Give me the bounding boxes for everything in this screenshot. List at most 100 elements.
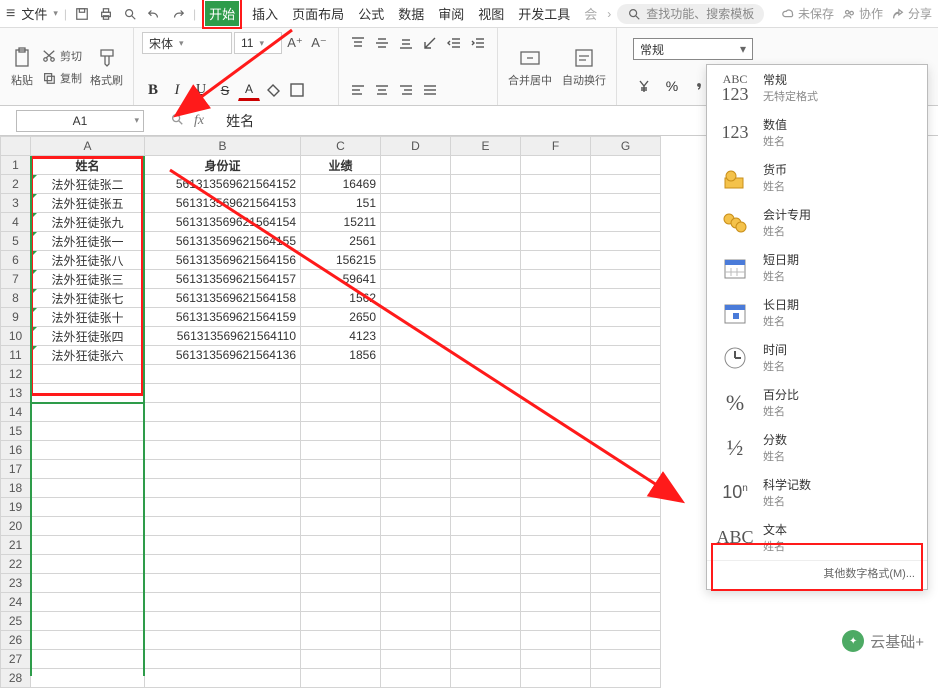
tab-data[interactable]: 数据 bbox=[394, 1, 428, 26]
cell[interactable] bbox=[31, 669, 145, 688]
italic-button[interactable]: I bbox=[166, 79, 188, 101]
cell[interactable] bbox=[145, 422, 301, 441]
cell[interactable]: 法外狂徒张三 bbox=[31, 270, 145, 289]
cell[interactable]: 法外狂徒张六 bbox=[31, 346, 145, 365]
cell[interactable] bbox=[591, 498, 661, 517]
align-right-button[interactable] bbox=[395, 79, 417, 101]
cell[interactable] bbox=[145, 460, 301, 479]
cell[interactable] bbox=[381, 460, 451, 479]
cell[interactable] bbox=[591, 593, 661, 612]
preview-icon[interactable] bbox=[121, 5, 139, 23]
cell[interactable] bbox=[591, 365, 661, 384]
cell[interactable] bbox=[521, 270, 591, 289]
cell[interactable] bbox=[381, 156, 451, 175]
cell[interactable] bbox=[381, 270, 451, 289]
cell[interactable] bbox=[381, 327, 451, 346]
font-size-select[interactable]: 11▾ bbox=[234, 32, 282, 54]
cell[interactable] bbox=[301, 403, 381, 422]
number-format-select[interactable]: 常规 ▾ bbox=[633, 38, 753, 60]
cell[interactable] bbox=[145, 498, 301, 517]
undo-icon[interactable] bbox=[145, 5, 163, 23]
cell[interactable] bbox=[381, 251, 451, 270]
cell[interactable] bbox=[591, 669, 661, 688]
cell[interactable]: 561313569621564159 bbox=[145, 308, 301, 327]
decrease-font-icon[interactable]: A⁻ bbox=[308, 32, 330, 54]
cell[interactable] bbox=[381, 194, 451, 213]
cell[interactable] bbox=[451, 232, 521, 251]
fmt-item-text[interactable]: ABC 文本姓名 bbox=[707, 515, 927, 560]
cell[interactable]: 561313569621564155 bbox=[145, 232, 301, 251]
row-header[interactable]: 19 bbox=[1, 498, 31, 517]
cell[interactable] bbox=[451, 327, 521, 346]
row-header[interactable]: 1 bbox=[1, 156, 31, 175]
align-left-button[interactable] bbox=[347, 79, 369, 101]
cell[interactable] bbox=[301, 441, 381, 460]
cell[interactable] bbox=[521, 536, 591, 555]
cell[interactable] bbox=[591, 555, 661, 574]
cell[interactable] bbox=[145, 650, 301, 669]
cell[interactable] bbox=[591, 536, 661, 555]
cell[interactable] bbox=[591, 213, 661, 232]
cell[interactable]: 身份证 bbox=[145, 156, 301, 175]
cell[interactable] bbox=[591, 612, 661, 631]
cell[interactable] bbox=[145, 574, 301, 593]
cell[interactable] bbox=[31, 479, 145, 498]
fmt-item-fraction[interactable]: ½ 分数姓名 bbox=[707, 425, 927, 470]
cell[interactable] bbox=[451, 270, 521, 289]
cell[interactable]: 561313569621564157 bbox=[145, 270, 301, 289]
save-icon[interactable] bbox=[73, 5, 91, 23]
cell[interactable] bbox=[301, 517, 381, 536]
cell[interactable] bbox=[381, 289, 451, 308]
cell[interactable] bbox=[591, 346, 661, 365]
cell[interactable] bbox=[381, 593, 451, 612]
fmt-item-accounting[interactable]: 会计专用姓名 bbox=[707, 200, 927, 245]
cell[interactable] bbox=[301, 365, 381, 384]
cell[interactable] bbox=[451, 365, 521, 384]
cell[interactable] bbox=[591, 270, 661, 289]
cell[interactable] bbox=[145, 536, 301, 555]
cell[interactable] bbox=[31, 422, 145, 441]
fill-color-button[interactable] bbox=[262, 79, 284, 101]
cell[interactable] bbox=[381, 384, 451, 403]
tab-page-layout[interactable]: 页面布局 bbox=[288, 1, 348, 26]
fmt-item-currency[interactable]: 货币姓名 bbox=[707, 155, 927, 200]
row-header[interactable]: 6 bbox=[1, 251, 31, 270]
cell[interactable] bbox=[521, 498, 591, 517]
cell[interactable] bbox=[145, 593, 301, 612]
cell[interactable] bbox=[521, 308, 591, 327]
formula-input[interactable]: 姓名 bbox=[214, 111, 254, 131]
fmt-item-long-date[interactable]: 长日期姓名 bbox=[707, 290, 927, 335]
fmt-more-link[interactable]: 其他数字格式(M)... bbox=[707, 560, 927, 585]
cell[interactable] bbox=[591, 631, 661, 650]
col-header-A[interactable]: A bbox=[31, 137, 145, 156]
cell[interactable] bbox=[31, 498, 145, 517]
row-header[interactable]: 17 bbox=[1, 460, 31, 479]
row-header[interactable]: 25 bbox=[1, 612, 31, 631]
cell[interactable] bbox=[451, 517, 521, 536]
cell[interactable]: 16469 bbox=[301, 175, 381, 194]
indent-inc-button[interactable] bbox=[467, 32, 489, 54]
cell[interactable] bbox=[381, 631, 451, 650]
cell[interactable] bbox=[381, 574, 451, 593]
cell[interactable] bbox=[31, 612, 145, 631]
row-header[interactable]: 12 bbox=[1, 365, 31, 384]
fmt-item-number[interactable]: 123 数值姓名 bbox=[707, 110, 927, 155]
cell[interactable] bbox=[451, 498, 521, 517]
fmt-item-scientific[interactable]: 10n 科学记数姓名 bbox=[707, 470, 927, 515]
cell[interactable] bbox=[451, 631, 521, 650]
cell[interactable]: 15211 bbox=[301, 213, 381, 232]
col-header-D[interactable]: D bbox=[381, 137, 451, 156]
cell[interactable]: 2650 bbox=[301, 308, 381, 327]
cell[interactable] bbox=[521, 612, 591, 631]
cell[interactable] bbox=[451, 175, 521, 194]
cell[interactable]: 法外狂徒张八 bbox=[31, 251, 145, 270]
cell[interactable] bbox=[451, 536, 521, 555]
cell[interactable] bbox=[451, 251, 521, 270]
cell[interactable] bbox=[301, 422, 381, 441]
cell[interactable] bbox=[145, 669, 301, 688]
cell[interactable] bbox=[591, 156, 661, 175]
cell[interactable] bbox=[31, 384, 145, 403]
format-painter-button[interactable]: 格式刷 bbox=[88, 44, 125, 90]
cell[interactable]: 151 bbox=[301, 194, 381, 213]
cell[interactable] bbox=[301, 593, 381, 612]
